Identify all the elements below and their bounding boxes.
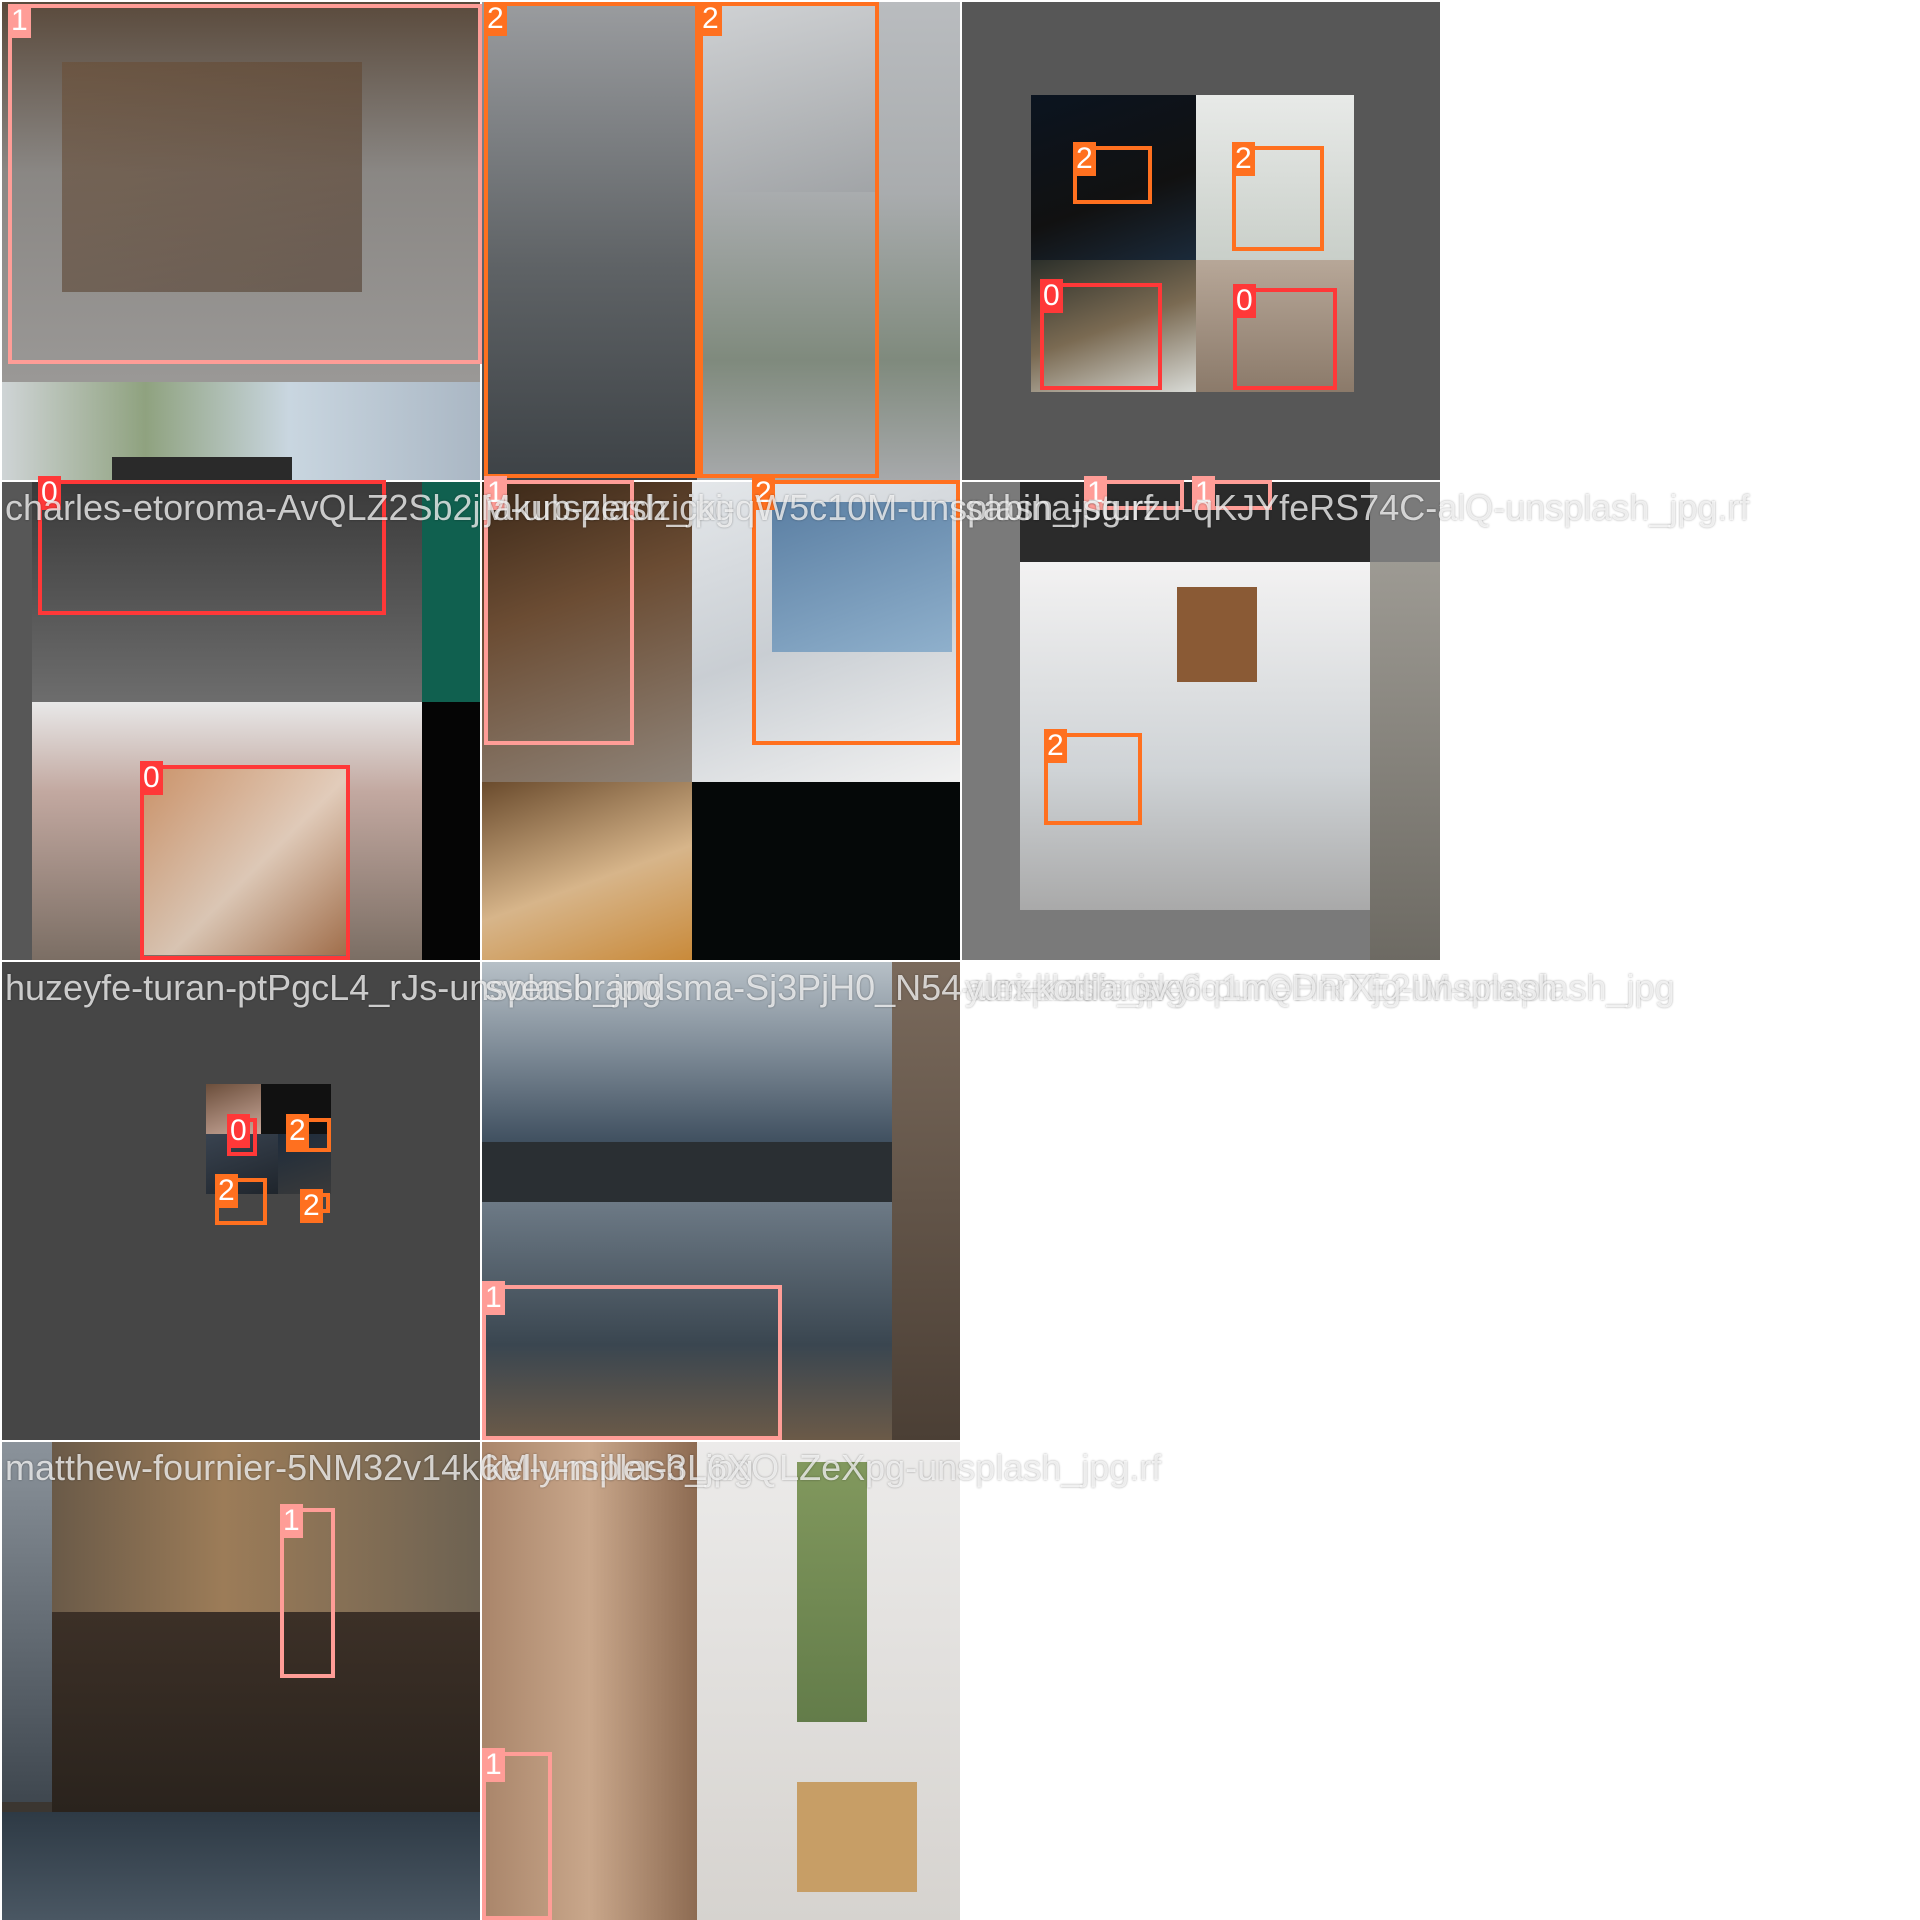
image-patch xyxy=(112,457,292,480)
bounding-box xyxy=(8,4,482,364)
tile-6 xyxy=(962,482,1440,960)
filename-label: sabina-sturzu-qKJYfeRS74C-alQ-unsplash_j… xyxy=(965,487,1750,528)
image-patch xyxy=(422,702,480,960)
class-label: 2 xyxy=(699,2,722,36)
class-label: 2 xyxy=(286,1114,309,1148)
image-patch xyxy=(2,1812,480,1920)
image-patch xyxy=(797,1462,867,1722)
class-label: 2 xyxy=(215,1174,238,1208)
image-patch xyxy=(1370,562,1440,960)
class-label: 1 xyxy=(482,1281,505,1315)
bounding-box xyxy=(482,1285,782,1440)
class-label: 0 xyxy=(1233,284,1256,318)
class-label: 0 xyxy=(1040,279,1063,313)
image-patch xyxy=(1177,587,1257,682)
class-label: 0 xyxy=(227,1114,250,1148)
class-label: 2 xyxy=(484,2,507,36)
class-label: 1 xyxy=(280,1504,303,1538)
class-label: 2 xyxy=(1044,729,1067,763)
filename-label: kelly-miller-3L6XQLZeXpg-unsplash_jpg.rf xyxy=(485,1447,1162,1488)
class-label: 1 xyxy=(8,4,31,38)
tile-9 xyxy=(2,1442,480,1920)
image-patch xyxy=(797,1782,917,1892)
image-patch xyxy=(52,1612,480,1812)
image-patch xyxy=(482,1142,892,1202)
filename-label: yuri-kotliarov-6q1meDnrXjg-unsplash xyxy=(965,967,1558,1008)
tile-10 xyxy=(482,1442,960,1920)
bounding-box xyxy=(140,765,350,960)
class-label: 0 xyxy=(140,761,163,795)
tile-3 xyxy=(962,2,1440,480)
class-label: 2 xyxy=(1232,142,1255,176)
image-patch xyxy=(2,1442,52,1802)
class-label: 1 xyxy=(482,1748,505,1782)
image-patch xyxy=(692,782,960,960)
image-patch xyxy=(482,782,692,960)
bounding-box xyxy=(699,2,879,478)
image-patch xyxy=(892,962,960,1440)
class-label: 2 xyxy=(300,1189,323,1223)
class-label: 2 xyxy=(1073,142,1096,176)
mosaic-grid: 102212220011012102221 charles-etoroma-Av… xyxy=(0,0,1920,1920)
bounding-box xyxy=(484,2,699,478)
